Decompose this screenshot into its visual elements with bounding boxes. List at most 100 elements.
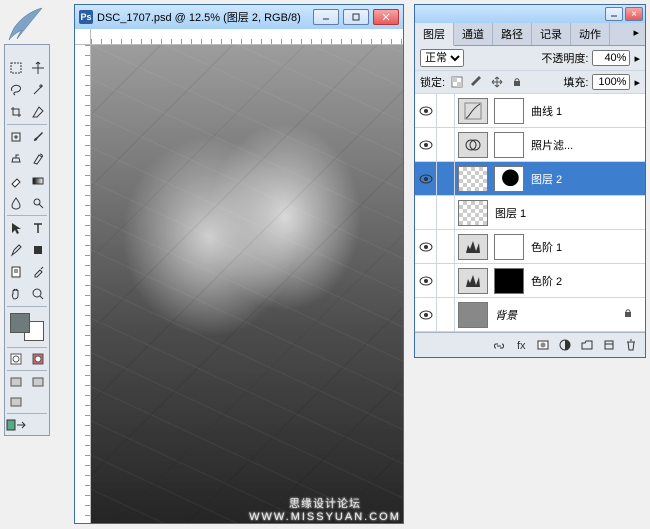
notes-tool[interactable] xyxy=(5,261,27,283)
link-cell[interactable] xyxy=(437,128,455,161)
mask-thumb[interactable] xyxy=(494,98,524,124)
visibility-toggle[interactable] xyxy=(415,162,437,195)
hand-tool[interactable] xyxy=(5,283,27,305)
eyedropper-tool[interactable] xyxy=(27,261,49,283)
screenmode-full-menu-button[interactable] xyxy=(27,372,49,392)
ruler-horizontal[interactable] xyxy=(91,29,403,45)
layer-name[interactable]: 图层 1 xyxy=(491,205,645,221)
group-button[interactable] xyxy=(577,336,597,354)
maximize-button[interactable] xyxy=(343,9,369,25)
tab-0[interactable]: 图层 xyxy=(415,23,454,46)
visibility-toggle[interactable] xyxy=(415,298,437,331)
link-cell[interactable] xyxy=(437,162,455,195)
zoom-tool[interactable] xyxy=(27,283,49,305)
visibility-toggle[interactable] xyxy=(415,94,437,127)
tab-1[interactable]: 通道 xyxy=(454,23,493,45)
fx-button[interactable]: fx xyxy=(511,336,531,354)
minimize-button[interactable] xyxy=(313,9,339,25)
layer-thumb[interactable] xyxy=(458,166,488,192)
panel-close-button[interactable]: × xyxy=(625,7,643,21)
pen-tool[interactable] xyxy=(5,239,27,261)
layer-row[interactable]: 色阶 1 xyxy=(415,230,645,264)
blur-tool[interactable] xyxy=(5,192,27,214)
jump-to-imageready-button[interactable] xyxy=(5,415,27,435)
layer-name[interactable]: 背景 xyxy=(491,307,623,323)
adjustment-thumb[interactable] xyxy=(458,132,488,158)
link-button[interactable] xyxy=(489,336,509,354)
link-cell[interactable] xyxy=(437,298,455,331)
layer-row[interactable]: 背景 xyxy=(415,298,645,332)
lasso-tool[interactable] xyxy=(5,79,27,101)
lock-transparency-button[interactable] xyxy=(449,74,465,90)
visibility-toggle[interactable] xyxy=(415,196,437,229)
lock-all-button[interactable] xyxy=(509,74,525,90)
layer-row[interactable]: 图层 2 xyxy=(415,162,645,196)
new-button[interactable] xyxy=(599,336,619,354)
slice-tool[interactable] xyxy=(27,101,49,123)
panel-menu-icon[interactable]: ▸ xyxy=(627,23,645,45)
close-button[interactable] xyxy=(373,9,399,25)
layer-thumb[interactable] xyxy=(458,302,488,328)
tab-3[interactable]: 记录 xyxy=(532,23,571,45)
dodge-tool[interactable] xyxy=(27,192,49,214)
gradient-tool[interactable] xyxy=(27,170,49,192)
type-tool[interactable] xyxy=(27,217,49,239)
marquee-tool[interactable] xyxy=(5,57,27,79)
healing-brush-tool[interactable] xyxy=(5,126,27,148)
mask-button[interactable] xyxy=(533,336,553,354)
layer-name[interactable]: 图层 2 xyxy=(527,171,645,187)
tab-2[interactable]: 路径 xyxy=(493,23,532,45)
layer-row[interactable]: 色阶 2 xyxy=(415,264,645,298)
visibility-toggle[interactable] xyxy=(415,264,437,297)
mask-thumb[interactable] xyxy=(494,234,524,260)
quickmask-mode-button[interactable] xyxy=(27,349,49,369)
panel-titlebar[interactable]: × xyxy=(415,5,645,23)
link-cell[interactable] xyxy=(437,94,455,127)
move-tool[interactable] xyxy=(27,57,49,79)
ruler-vertical[interactable] xyxy=(75,45,91,523)
lock-pixels-button[interactable] xyxy=(469,74,485,90)
adjustment-thumb[interactable] xyxy=(458,98,488,124)
adjustment-button[interactable] xyxy=(555,336,575,354)
history-brush-tool[interactable] xyxy=(27,148,49,170)
ruler-origin[interactable] xyxy=(75,29,91,45)
mask-thumb[interactable] xyxy=(494,268,524,294)
delete-button[interactable] xyxy=(621,336,641,354)
layer-name[interactable]: 曲线 1 xyxy=(527,103,645,119)
fill-flyout-icon[interactable]: ▸ xyxy=(634,76,640,89)
link-cell[interactable] xyxy=(437,264,455,297)
magic-wand-tool[interactable] xyxy=(27,79,49,101)
layer-name[interactable]: 色阶 1 xyxy=(527,239,645,255)
layer-name[interactable]: 色阶 2 xyxy=(527,273,645,289)
brush-tool[interactable] xyxy=(27,126,49,148)
adjustment-thumb[interactable] xyxy=(458,234,488,260)
canvas[interactable] xyxy=(91,45,403,523)
fill-input[interactable] xyxy=(592,74,630,90)
screenmode-normal-button[interactable] xyxy=(5,372,27,392)
layer-row[interactable]: 曲线 1 xyxy=(415,94,645,128)
layer-row[interactable]: 图层 1 xyxy=(415,196,645,230)
layer-thumb[interactable] xyxy=(458,200,488,226)
link-cell[interactable] xyxy=(437,196,455,229)
adjustment-thumb[interactable] xyxy=(458,268,488,294)
panel-minimize-button[interactable] xyxy=(605,7,623,21)
mask-thumb[interactable] xyxy=(494,132,524,158)
opacity-input[interactable] xyxy=(592,50,630,66)
opacity-flyout-icon[interactable]: ▸ xyxy=(634,52,640,65)
document-titlebar[interactable]: Ps DSC_1707.psd @ 12.5% (图层 2, RGB/8) xyxy=(75,5,403,29)
mask-thumb[interactable] xyxy=(494,166,524,192)
blend-mode-select[interactable]: 正常 xyxy=(420,49,464,67)
color-swatches[interactable] xyxy=(8,311,46,343)
link-cell[interactable] xyxy=(437,230,455,263)
layer-name[interactable]: 照片滤... xyxy=(527,137,645,153)
visibility-toggle[interactable] xyxy=(415,230,437,263)
eraser-tool[interactable] xyxy=(5,170,27,192)
layer-row[interactable]: 照片滤... xyxy=(415,128,645,162)
tab-4[interactable]: 动作 xyxy=(571,23,610,45)
clone-stamp-tool[interactable] xyxy=(5,148,27,170)
shape-tool[interactable] xyxy=(27,239,49,261)
screenmode-full-button[interactable] xyxy=(5,392,27,412)
standard-mode-button[interactable] xyxy=(5,349,27,369)
visibility-toggle[interactable] xyxy=(415,128,437,161)
lock-position-button[interactable] xyxy=(489,74,505,90)
